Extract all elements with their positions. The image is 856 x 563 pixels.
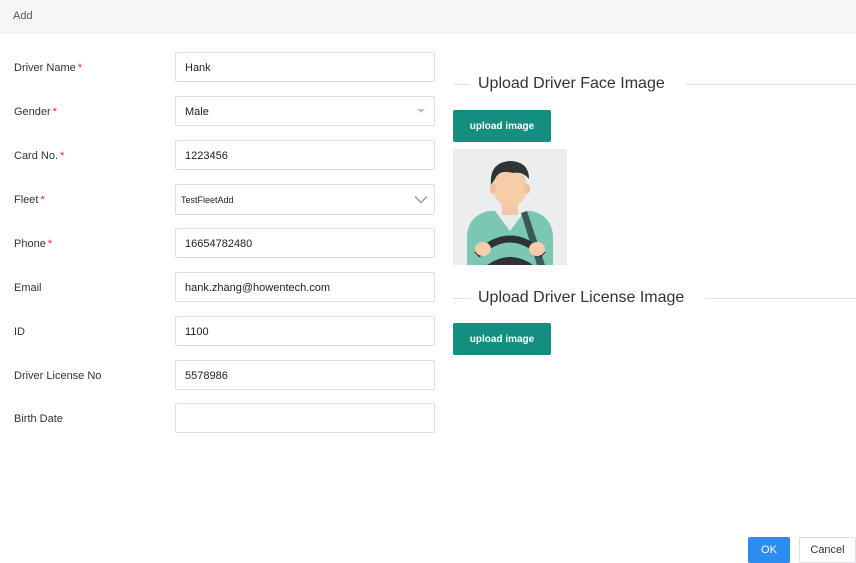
chevron-down-icon <box>414 196 428 204</box>
dialog-title: Add <box>13 10 33 22</box>
divider <box>453 298 470 299</box>
gender-select[interactable]: Male <box>175 96 435 126</box>
driver-avatar-icon <box>453 149 567 265</box>
gender-value: Male <box>185 106 209 118</box>
fleet-label: Fleet * <box>14 194 45 206</box>
phone-input[interactable]: 16654782480 <box>175 228 435 258</box>
required-mark: * <box>52 106 57 118</box>
fleet-select[interactable]: TestFleetAdd <box>175 184 435 215</box>
id-input[interactable]: 1100 <box>175 316 435 346</box>
fleet-value: TestFleetAdd <box>181 195 234 205</box>
gender-label: Gender * <box>14 106 57 118</box>
card-no-input[interactable]: 1223456 <box>175 140 435 170</box>
divider <box>453 84 470 85</box>
birth-date-input[interactable] <box>175 403 435 433</box>
email-input[interactable]: hank.zhang@howentech.com <box>175 272 435 302</box>
id-label: ID <box>14 326 25 338</box>
required-mark: * <box>47 238 53 250</box>
driver-license-no-value: 5578986 <box>185 370 228 382</box>
required-mark: * <box>60 150 65 162</box>
dialog-header: Add <box>0 0 856 34</box>
divider <box>705 298 856 299</box>
license-image-section-title: Upload Driver License Image <box>478 289 685 306</box>
email-value: hank.zhang@howentech.com <box>185 282 331 294</box>
driver-name-input[interactable]: Hank <box>175 52 435 82</box>
divider <box>685 84 856 85</box>
required-mark: * <box>77 62 83 74</box>
ok-button[interactable]: OK <box>748 537 790 563</box>
birth-date-label: Birth Date <box>14 413 63 425</box>
face-image-section-heading: Upload Driver Face Image <box>453 75 856 95</box>
upload-face-image-button[interactable]: upload image <box>453 110 551 142</box>
phone-label: Phone * <box>14 238 53 250</box>
cancel-button[interactable]: Cancel <box>799 537 856 563</box>
id-value: 1100 <box>185 326 209 338</box>
upload-license-image-button[interactable]: upload image <box>453 323 551 355</box>
driver-name-label: Driver Name * <box>14 62 83 74</box>
phone-value: 16654782480 <box>185 238 253 250</box>
driver-face-image <box>453 149 567 265</box>
face-image-section-title: Upload Driver Face Image <box>478 75 665 92</box>
driver-name-value: Hank <box>185 62 211 74</box>
card-no-value: 1223456 <box>185 150 228 162</box>
email-label: Email <box>14 282 42 294</box>
driver-license-no-label: Driver License No <box>14 370 102 382</box>
caret-down-icon <box>417 109 425 113</box>
driver-license-no-input[interactable]: 5578986 <box>175 360 435 390</box>
license-image-section-heading: Upload Driver License Image <box>453 289 856 309</box>
card-no-label: Card No. * <box>14 150 65 162</box>
required-mark: * <box>40 194 45 206</box>
